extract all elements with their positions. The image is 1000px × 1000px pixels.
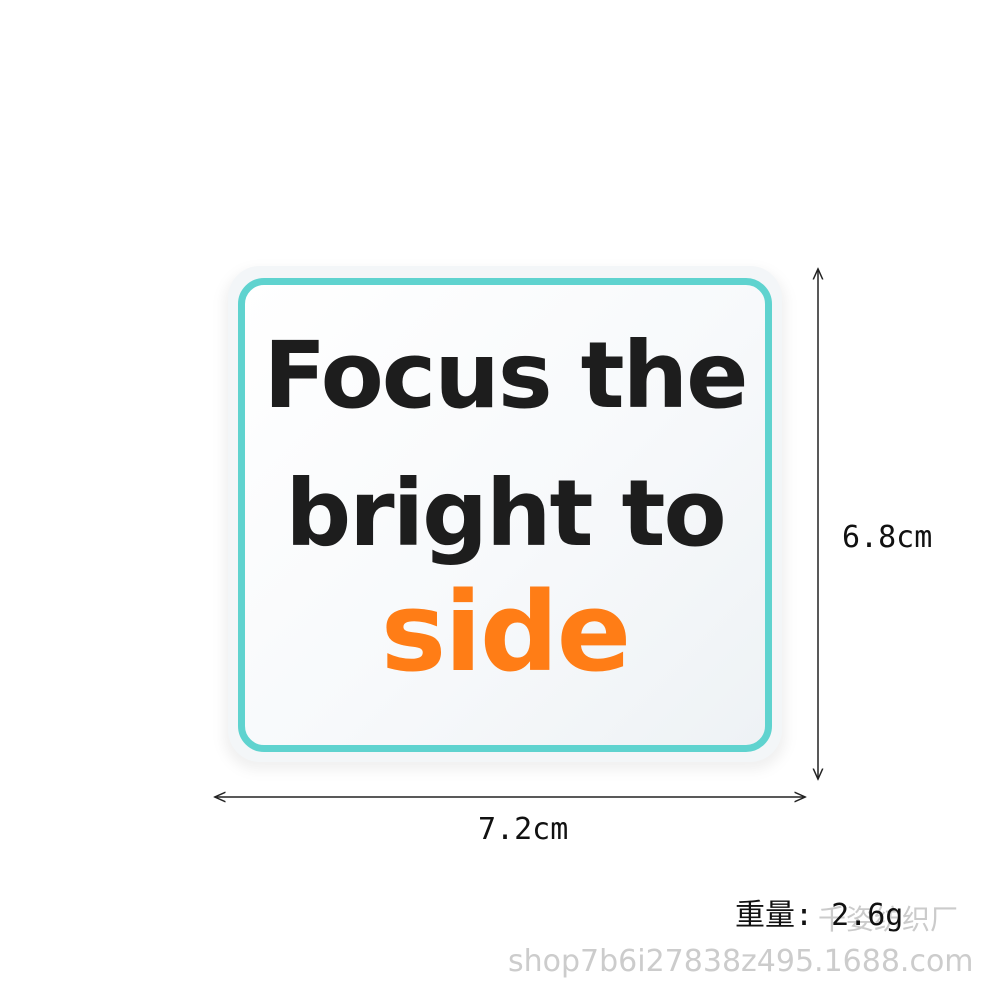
- width-label: 7.2cm: [478, 812, 569, 847]
- dimension-arrows: [0, 0, 1000, 1000]
- weight-label: 重量: 2.6g: [735, 898, 904, 933]
- watermark-url: shop7b6i27838z495.1688.com: [508, 944, 974, 979]
- height-label: 6.8cm: [842, 520, 933, 555]
